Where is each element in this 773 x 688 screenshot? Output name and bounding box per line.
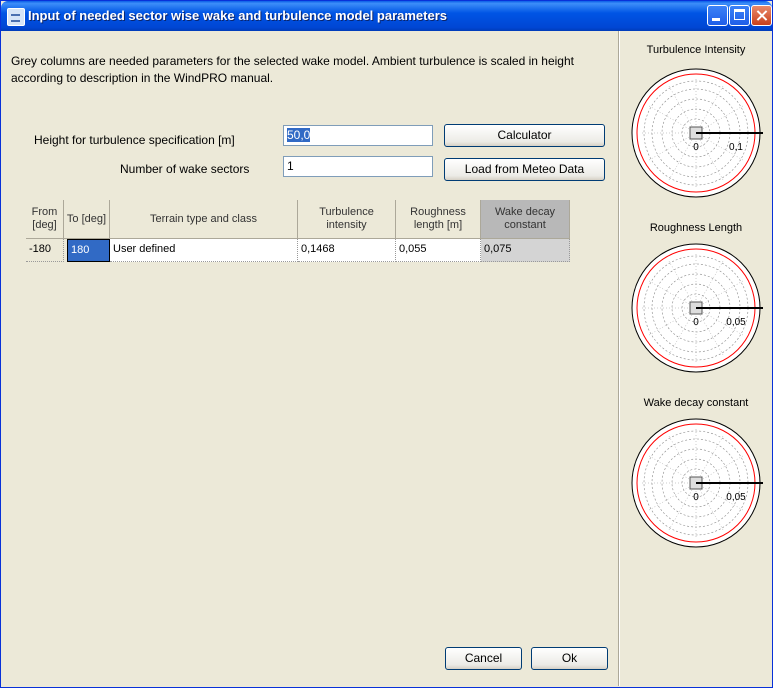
header-turbulence[interactable]: Turbulence intensity [298, 200, 396, 239]
close-button[interactable] [751, 5, 772, 26]
load-meteo-button[interactable]: Load from Meteo Data [444, 158, 605, 181]
cancel-button[interactable]: Cancel [445, 647, 522, 670]
header-from[interactable]: From [deg] [26, 200, 64, 239]
sectors-label: Number of wake sectors [120, 162, 250, 176]
cell-turbulence[interactable]: 0,1468 [298, 239, 396, 262]
polar-center-label: 0 [693, 142, 699, 153]
polar-scale-label: 0,05 [726, 492, 746, 503]
header-to[interactable]: To [deg] [64, 200, 110, 239]
cell-wake-decay[interactable]: 0,075 [481, 239, 570, 262]
calculator-button[interactable]: Calculator [444, 124, 605, 147]
panel-divider [618, 31, 620, 686]
cell-from[interactable]: -180 [26, 239, 64, 262]
ok-button[interactable]: Ok [531, 647, 608, 670]
cell-roughness[interactable]: 0,055 [396, 239, 481, 262]
minimize-button[interactable] [707, 5, 728, 26]
cell-terrain[interactable]: User defined [110, 239, 298, 262]
app-icon [7, 8, 25, 26]
wake-decay-polar-plot: 0 0,05 [631, 418, 763, 548]
height-input[interactable]: 50,0 [283, 125, 433, 146]
header-wake-decay[interactable]: Wake decay constant [481, 200, 570, 239]
roughness-polar-plot: 0 0,05 [631, 243, 763, 373]
description-text: Grey columns are needed parameters for t… [11, 54, 574, 85]
sectors-input[interactable]: 1 [283, 156, 433, 177]
main-panel: Grey columns are needed parameters for t… [1, 31, 618, 686]
header-roughness[interactable]: Roughness length [m] [396, 200, 481, 239]
cell-to[interactable]: 180 [67, 239, 110, 262]
header-terrain[interactable]: Terrain type and class [110, 200, 298, 239]
plot-title-wake-decay: Wake decay constant [643, 397, 749, 409]
polar-center-label: 0 [693, 317, 699, 328]
side-panel: Turbulence Intensity 0 0,1 Roughness Leng… [621, 31, 771, 686]
height-label: Height for turbulence specification [m] [34, 133, 235, 147]
plot-title-roughness: Roughness Length [649, 222, 743, 234]
title-bar[interactable]: Input of needed sector wise wake and tur… [1, 1, 772, 31]
polar-scale-label: 0,1 [729, 142, 743, 153]
polar-scale-label: 0,05 [726, 317, 746, 328]
height-value: 50,0 [287, 128, 311, 142]
window-title: Input of needed sector wise wake and tur… [28, 8, 448, 23]
plot-title-turbulence: Turbulence Intensity [646, 44, 746, 56]
turbulence-polar-plot: 0 0,1 [631, 68, 763, 198]
maximize-button[interactable] [729, 5, 750, 26]
polar-center-label: 0 [693, 492, 699, 503]
